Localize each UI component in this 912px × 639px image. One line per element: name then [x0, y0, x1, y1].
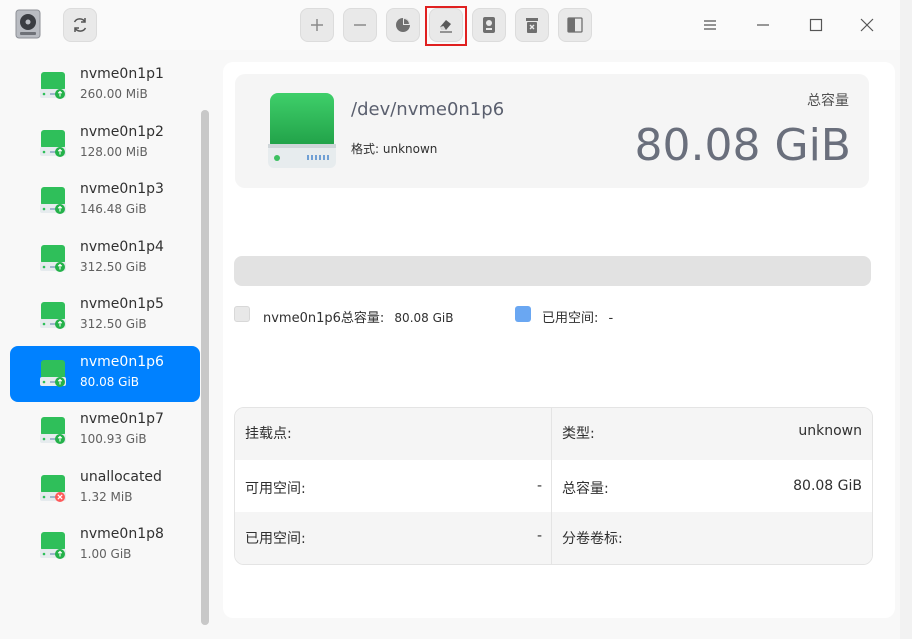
maximize-icon — [809, 18, 823, 32]
total-capacity-swatch — [234, 306, 250, 322]
volume-label-label: 分卷卷标: — [562, 531, 623, 547]
maximize-button[interactable] — [803, 12, 829, 38]
minimize-button[interactable] — [750, 12, 776, 38]
type-label: 类型: — [562, 426, 595, 442]
scrollbar-thumb[interactable] — [201, 110, 209, 625]
partition-name: nvme0n1p8 — [80, 526, 164, 542]
capacity-value: 80.08 GiB — [634, 120, 851, 171]
partition-properties-table: 挂载点: 类型: unknown 可用空间: - 总容量: 80.08 GiB … — [234, 407, 873, 565]
partition-name: unallocated — [80, 468, 162, 485]
table-row — [235, 408, 872, 460]
used-space-value: - — [536, 528, 542, 544]
partition-disk-icon — [40, 129, 66, 158]
refresh-button[interactable] — [63, 8, 97, 42]
partition-size: 312.50 GiB — [80, 317, 147, 331]
resize-icon — [567, 17, 583, 33]
usage-bar — [234, 256, 871, 286]
mount-button[interactable] — [472, 8, 506, 42]
mount-icon — [483, 17, 495, 33]
format-info: 格式: unknown — [351, 140, 437, 157]
wipe-button-highlight — [425, 6, 467, 46]
unmount-button[interactable] — [515, 8, 549, 42]
total-capacity-legend: nvme0n1p6总容量: 80.08 GiB — [263, 307, 453, 326]
disk-icon — [267, 92, 337, 172]
partition-size: 100.93 GiB — [80, 432, 147, 446]
partition-name: nvme0n1p2 — [80, 123, 164, 140]
partition-info-card: /dev/nvme0n1p6 格式: unknown 总容量 80.08 GiB — [235, 74, 869, 188]
resize-button[interactable] — [558, 8, 592, 42]
partition-item-nvme0n1p5[interactable]: nvme0n1p5 312.50 GiB — [10, 288, 200, 344]
capacity-label: 总容量 — [807, 93, 849, 109]
available-space-value: - — [536, 478, 542, 494]
partition-item-nvme0n1p6[interactable]: nvme0n1p6 80.08 GiB — [10, 345, 200, 402]
delete-partition-button[interactable] — [343, 8, 377, 42]
partition-item-nvme0n1p1[interactable]: nvme0n1p1 260.00 MiB — [10, 58, 200, 114]
partition-disk-icon — [40, 417, 66, 445]
partition-name: nvme0n1p7 — [80, 411, 164, 427]
partition-size: 128.00 MiB — [80, 144, 148, 159]
partition-disk-icon — [40, 532, 66, 560]
table-row — [235, 460, 872, 512]
pie-chart-icon — [396, 18, 410, 32]
total-capacity-legend-label: nvme0n1p6总容量: — [263, 311, 385, 326]
partition-size: 260.00 MiB — [80, 87, 148, 101]
partition-disk-icon — [40, 302, 66, 330]
partition-size: 1.00 GiB — [80, 547, 132, 561]
used-space-legend-label: 已用空间: — [542, 311, 599, 326]
partition-size: 1.32 MiB — [80, 489, 133, 504]
disk-utility-window: nvme0n1p1 260.00 MiB nvme0n1p2 128.00 MiB nv… — [0, 0, 900, 639]
partition-size: 312.50 GiB — [80, 259, 147, 274]
total-capacity-legend-value: 80.08 GiB — [394, 311, 454, 325]
menu-icon — [704, 20, 716, 30]
partition-name: nvme0n1p4 — [80, 238, 164, 255]
title-bar — [0, 0, 900, 50]
type-value: unknown — [798, 423, 862, 439]
partition-item-nvme0n1p8[interactable]: nvme0n1p8 1.00 GiB — [10, 518, 200, 574]
partition-item-nvme0n1p2[interactable]: nvme0n1p2 128.00 MiB — [10, 116, 200, 172]
available-space-label: 可用空间: — [245, 481, 306, 497]
partition-disk-icon — [40, 187, 66, 215]
format-value: unknown — [382, 142, 438, 156]
close-icon — [860, 18, 874, 32]
device-path: /dev/nvme0n1p6 — [351, 99, 505, 120]
used-space-label: 已用空间: — [245, 531, 306, 547]
plus-icon — [311, 19, 323, 31]
disk-utility-app-icon — [14, 9, 42, 39]
partition-name: nvme0n1p6 — [80, 353, 164, 370]
partition-disk-icon — [40, 474, 66, 503]
main-menu-button[interactable] — [697, 12, 723, 38]
add-partition-button[interactable] — [300, 8, 334, 42]
partition-disk-icon — [40, 359, 66, 388]
partition-detail-panel: /dev/nvme0n1p6 格式: unknown 总容量 80.08 GiB… — [223, 62, 895, 618]
used-space-legend-value: - — [608, 311, 614, 326]
partition-item-nvme0n1p3[interactable]: nvme0n1p3 146.48 GiB — [10, 173, 200, 229]
mount-point-label: 挂载点: — [245, 426, 292, 442]
table-divider — [551, 408, 552, 564]
partition-item-nvme0n1p7[interactable]: nvme0n1p7 100.93 GiB — [10, 403, 200, 459]
partition-item-unallocated[interactable]: unallocated 1.32 MiB — [10, 461, 200, 517]
partition-disk-icon — [40, 72, 66, 100]
partition-button[interactable] — [386, 8, 420, 42]
used-space-swatch — [515, 306, 531, 322]
unmount-icon — [526, 18, 538, 33]
total-capacity-value: 80.08 GiB — [793, 478, 862, 494]
format-label: 格式: — [351, 142, 380, 156]
partition-list: nvme0n1p1 260.00 MiB nvme0n1p2 128.00 MiB nv… — [0, 50, 210, 639]
minimize-icon — [757, 24, 769, 26]
partition-name: nvme0n1p1 — [80, 66, 164, 82]
partition-item-nvme0n1p4[interactable]: nvme0n1p4 312.50 GiB — [10, 231, 200, 287]
used-space-legend: 已用空间: - — [542, 307, 613, 326]
minus-icon — [354, 24, 366, 26]
partition-disk-icon — [40, 244, 66, 273]
partition-size: 80.08 GiB — [80, 374, 140, 389]
close-button[interactable] — [854, 12, 880, 38]
refresh-icon — [73, 18, 87, 32]
total-capacity-label: 总容量: — [562, 481, 609, 497]
partition-name: nvme0n1p5 — [80, 296, 164, 312]
table-row — [235, 512, 872, 564]
partition-size: 146.48 GiB — [80, 202, 147, 216]
partition-name: nvme0n1p3 — [80, 181, 164, 197]
